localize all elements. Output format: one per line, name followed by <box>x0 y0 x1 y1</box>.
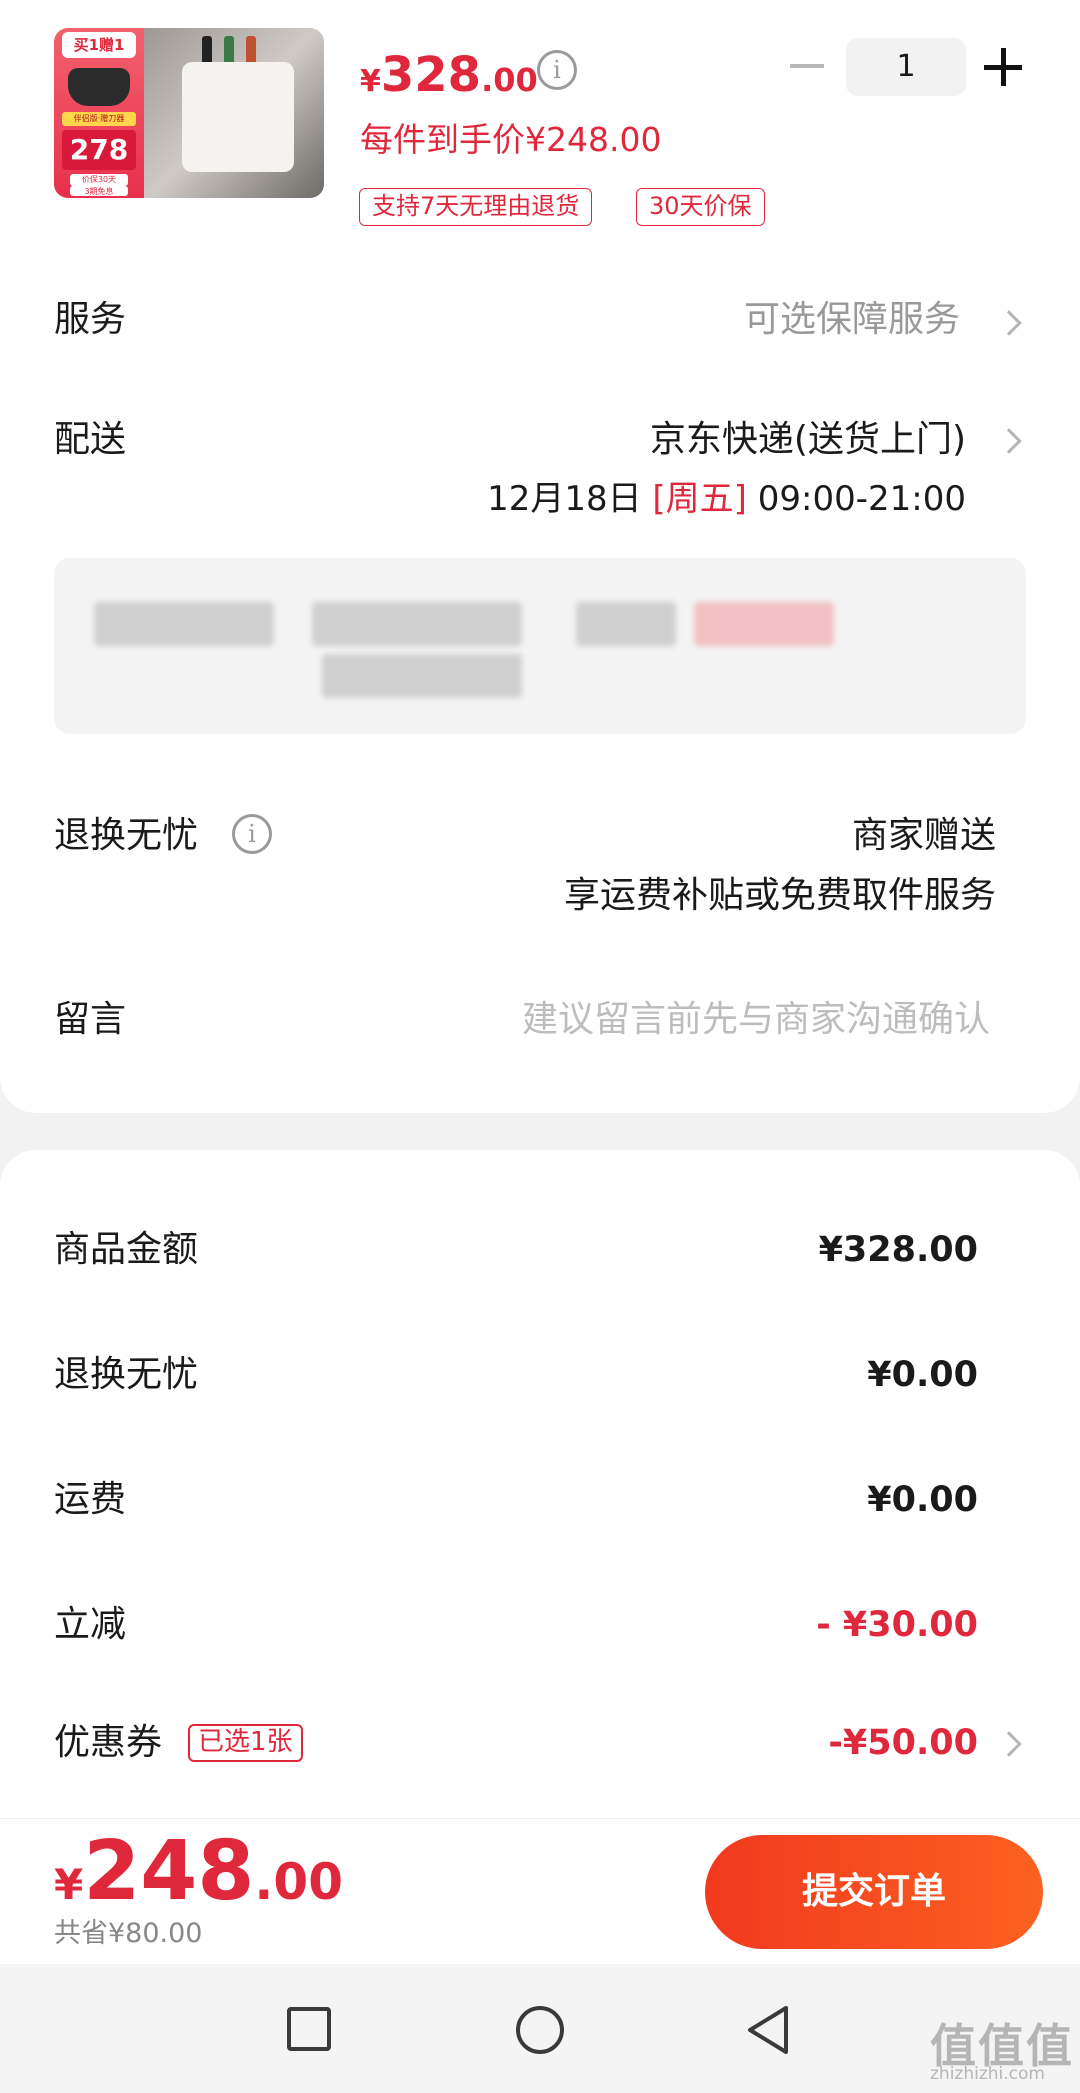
return-worry-value-2: 享运费补贴或免费取件服务 <box>563 875 996 916</box>
return-policy-badge: 支持7天无理由退货 <box>359 188 593 226</box>
price-currency: ¥ <box>360 64 381 99</box>
delivery-time: 09:00-21:00 <box>757 479 966 519</box>
summary-label-shipping: 运费 <box>54 1479 127 1520</box>
summary-label-discount: 立减 <box>54 1604 127 1645</box>
service-label: 服务 <box>54 299 127 340</box>
promo-sub-2: 3期免息 <box>70 186 128 196</box>
total-currency: ¥ <box>54 1860 84 1909</box>
total-saved: 共省¥80.00 <box>54 1918 203 1949</box>
summary-value-discount: - ¥30.00 <box>816 1605 978 1645</box>
coupon-selected-badge[interactable]: 已选1张 <box>188 1724 303 1762</box>
price-decimal: .00 <box>481 61 538 99</box>
service-value[interactable]: 可选保障服务 <box>744 294 960 346</box>
summary-value-return: ¥0.00 <box>867 1355 978 1395</box>
address-redacted <box>694 602 834 646</box>
summary-value-shipping: ¥0.00 <box>867 1480 978 1520</box>
summary-label-return: 退换无忧 <box>54 1354 199 1395</box>
home-icon[interactable] <box>516 2006 564 2054</box>
total-integer: 248 <box>83 1824 255 1919</box>
product-image[interactable]: 买1赠1 伴侣版·赠刀器 278 价保30天 3期免息 <box>54 28 324 198</box>
promo-tag: 买1赠1 <box>62 32 136 58</box>
summary-label-goods: 商品金额 <box>54 1229 199 1270</box>
sharpener-image <box>68 68 130 106</box>
promo-sub-1: 价保30天 <box>70 174 128 186</box>
address-box[interactable] <box>54 558 1026 734</box>
quantity-minus-button[interactable] <box>790 64 824 68</box>
return-worry-value-1: 商家赠送 <box>851 815 996 856</box>
watermark-url: zhizhizhi.com <box>930 2064 1045 2084</box>
submit-order-button[interactable]: 提交订单 <box>705 1835 1043 1949</box>
quantity-input[interactable]: 1 <box>846 38 966 96</box>
recent-apps-icon[interactable] <box>287 2007 331 2051</box>
message-input[interactable]: 建议留言前先与商家沟通确认 <box>522 994 990 1046</box>
knife-block-image <box>144 28 324 198</box>
delivery-date: 12月18日 <box>487 479 642 519</box>
address-redacted <box>576 602 676 646</box>
delivery-label: 配送 <box>54 419 127 460</box>
return-worry-info-icon[interactable]: i <box>232 814 272 854</box>
return-worry-label: 退换无忧 <box>54 815 199 856</box>
price-info-icon[interactable]: i <box>537 50 577 90</box>
promo-price: 278 <box>62 130 136 170</box>
summary-value-coupon[interactable]: -¥50.00 <box>828 1717 978 1769</box>
total-decimal: .00 <box>254 1853 343 1911</box>
unit-price: 每件到手价¥248.00 <box>360 120 662 159</box>
price-protect-badge: 30天价保 <box>636 188 765 226</box>
back-icon[interactable] <box>744 2004 790 2056</box>
delivery-slot[interactable]: 12月18日 [周五] 09:00-21:00 <box>487 473 966 525</box>
price-integer: 328 <box>380 47 482 103</box>
address-redacted <box>94 602 274 646</box>
message-label: 留言 <box>54 999 127 1040</box>
summary-value-goods: ¥328.00 <box>818 1230 978 1270</box>
address-redacted <box>312 602 522 646</box>
product-price: ¥328.00 <box>360 40 538 117</box>
promo-panel: 买1赠1 伴侣版·赠刀器 278 价保30天 3期免息 <box>54 28 144 198</box>
summary-label-coupon: 优惠券 <box>54 1722 163 1763</box>
promo-mini: 伴侣版·赠刀器 <box>62 112 136 126</box>
delivery-weekday: [周五] <box>652 479 747 519</box>
address-redacted <box>322 654 522 698</box>
delivery-method[interactable]: 京东快递(送货上门) <box>650 414 966 466</box>
quantity-plus-button[interactable] <box>984 48 1022 86</box>
knife-block <box>182 62 294 172</box>
